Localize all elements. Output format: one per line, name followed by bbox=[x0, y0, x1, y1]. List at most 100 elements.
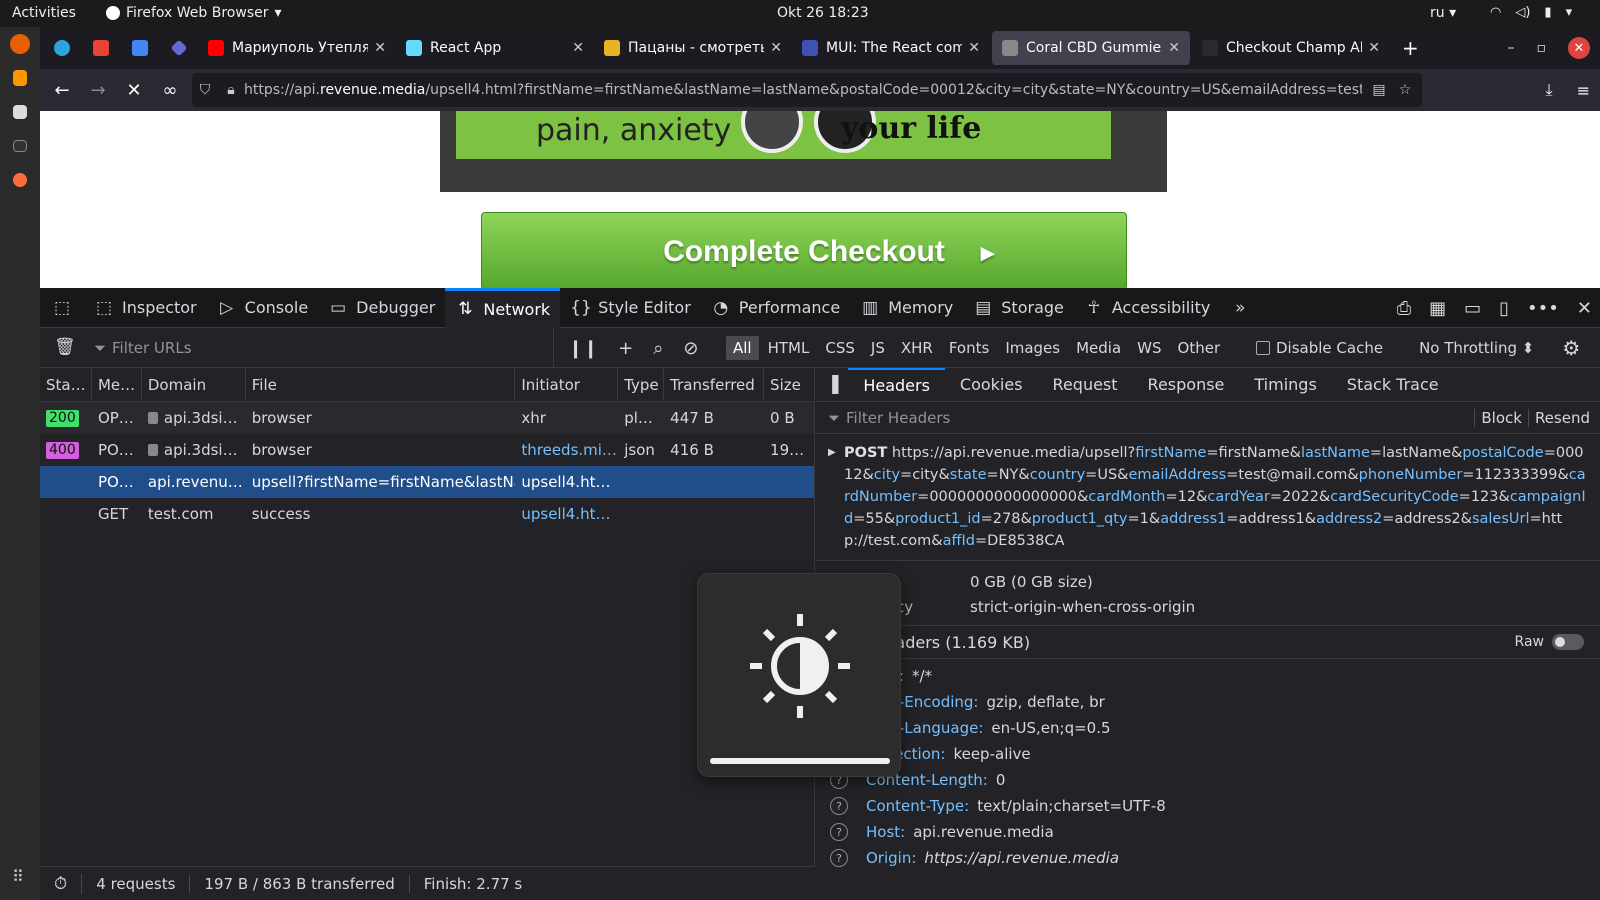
app-menu[interactable]: Firefox Web Browser ▾ bbox=[106, 5, 282, 21]
header-row[interactable]: ? Origin: https://api.revenue.media bbox=[816, 845, 1600, 871]
more-tools-button[interactable]: » bbox=[1220, 288, 1260, 328]
reader-view-icon[interactable]: ▤ bbox=[1366, 82, 1392, 98]
back-button[interactable]: ← bbox=[44, 74, 80, 106]
trash-icon[interactable]: 🗑︎ bbox=[54, 337, 76, 357]
column-header[interactable]: Domain bbox=[142, 368, 246, 401]
app-grid-icon[interactable]: ⠿ bbox=[12, 867, 24, 886]
table-row[interactable]: PO… api.revenu… upsell?firstName=firstName… bbox=[40, 466, 814, 498]
request-url-summary[interactable]: ▶ POST https://api.revenue.media/upsell?… bbox=[816, 434, 1600, 561]
devtools-tab-storage[interactable]: ▤ Storage bbox=[963, 288, 1074, 328]
dock-firefox[interactable] bbox=[0, 27, 40, 61]
minimize-button[interactable]: – bbox=[1508, 40, 1515, 56]
type-filter-css[interactable]: CSS bbox=[818, 336, 862, 360]
devtools-tab-memory[interactable]: ▥ Memory bbox=[850, 288, 963, 328]
lock-icon[interactable]: 🔒︎ bbox=[218, 82, 244, 98]
url-bar[interactable]: ⛉ 🔒︎ https://api.revenue.media/upsell4.h… bbox=[192, 73, 1422, 107]
table-row[interactable]: GET test.com success upsell4.ht… bbox=[40, 498, 814, 530]
dock-sublime[interactable] bbox=[0, 61, 40, 95]
maximize-button[interactable]: ▫ bbox=[1537, 40, 1547, 56]
performance-icon[interactable]: ⏱ bbox=[40, 873, 83, 894]
block-button[interactable]: Block bbox=[1474, 409, 1528, 427]
close-tab-icon[interactable]: ✕ bbox=[1368, 40, 1380, 56]
search-icon[interactable]: ⌕ bbox=[653, 338, 663, 359]
rulers-icon[interactable]: ▦ bbox=[1429, 298, 1446, 319]
keyboard-layout[interactable]: ru ▾ bbox=[1430, 5, 1456, 21]
close-tab-icon[interactable]: ✕ bbox=[968, 40, 980, 56]
devtools-tab-style-editor[interactable]: {} Style Editor bbox=[560, 288, 701, 328]
add-icon[interactable]: + bbox=[618, 338, 633, 359]
details-tab-request[interactable]: Request bbox=[1038, 368, 1133, 402]
block-icon[interactable]: ⊘ bbox=[683, 338, 698, 359]
type-filter-other[interactable]: Other bbox=[1171, 336, 1228, 360]
more-options-icon[interactable]: ••• bbox=[1527, 298, 1559, 319]
activities-button[interactable]: Activities bbox=[12, 5, 76, 21]
dock-postman[interactable] bbox=[0, 163, 40, 197]
tracking-shield-icon[interactable]: ⛉ bbox=[192, 82, 218, 98]
type-filter-fonts[interactable]: Fonts bbox=[942, 336, 996, 360]
pinned-tab-gmail[interactable] bbox=[81, 27, 120, 69]
header-row[interactable]: ?cept-Encoding:gzip, deflate, br bbox=[816, 689, 1600, 715]
header-row[interactable]: ? Content-Type: text/plain;charset=UTF-8 bbox=[816, 793, 1600, 819]
devtools-tab-performance[interactable]: ◔ Performance bbox=[701, 288, 850, 328]
column-header[interactable]: Type bbox=[618, 368, 665, 401]
forward-button[interactable]: → bbox=[80, 74, 116, 106]
help-icon[interactable]: ? bbox=[830, 823, 848, 841]
initiator-link[interactable]: upsell4.ht… bbox=[521, 473, 610, 491]
request-headers-section[interactable]: est Headers (1.169 KB) Raw bbox=[816, 625, 1600, 659]
close-tab-icon[interactable]: ✕ bbox=[374, 40, 386, 56]
header-row[interactable]: ?cept-Language:en-US,en;q=0.5 bbox=[816, 715, 1600, 741]
header-row[interactable]: ?cept:*/* bbox=[816, 663, 1600, 689]
table-row[interactable]: 200 OP… api.3dsi… browser xhr pl… 447 B 0 B bbox=[40, 402, 814, 434]
private-mask-icon[interactable]: ∞ bbox=[152, 74, 188, 106]
close-tab-icon[interactable]: ✕ bbox=[1168, 40, 1180, 56]
column-header[interactable]: File bbox=[246, 368, 516, 401]
menu-icon[interactable]: ≡ bbox=[1577, 81, 1590, 100]
filter-headers-input[interactable]: ⏷ Filter Headers Block Resend bbox=[816, 402, 1600, 434]
close-devtools-icon[interactable]: ✕ bbox=[1577, 298, 1592, 319]
header-row[interactable]: ? Host: api.revenue.media bbox=[816, 819, 1600, 845]
pinned-tab-telegram[interactable] bbox=[42, 27, 81, 69]
system-tray[interactable]: ◠ ◁) ▮ ▾ bbox=[1490, 5, 1572, 20]
pinned-tab-linear[interactable] bbox=[159, 27, 198, 69]
filter-urls-input[interactable]: ⏷ Filter URLs bbox=[94, 328, 554, 368]
settings-gear-icon[interactable]: ⚙ bbox=[1562, 336, 1580, 360]
browser-tab[interactable]: React App ✕ bbox=[396, 27, 594, 69]
clock[interactable]: Okt 26 18:23 bbox=[777, 5, 869, 21]
details-tab-headers[interactable]: Headers bbox=[848, 368, 945, 402]
column-header[interactable]: Size bbox=[764, 368, 814, 401]
throttling-select[interactable]: No Throttling ⬍ bbox=[1419, 339, 1534, 357]
close-window-button[interactable]: ✕ bbox=[1568, 37, 1590, 59]
dock-files[interactable] bbox=[0, 95, 40, 129]
element-picker-button[interactable]: ⬚ bbox=[40, 288, 84, 328]
bookmark-star-icon[interactable]: ☆ bbox=[1392, 82, 1418, 98]
browser-tab[interactable]: Пацаны - смотреть о ✕ bbox=[594, 27, 792, 69]
complete-checkout-button[interactable]: Complete Checkout ▸ bbox=[481, 212, 1127, 288]
url-text[interactable]: https://api.revenue.media/upsell4.html?f… bbox=[244, 82, 1362, 98]
disable-cache-checkbox[interactable]: Disable Cache bbox=[1256, 339, 1383, 357]
devtools-tab-accessibility[interactable]: ☥ Accessibility bbox=[1074, 288, 1220, 328]
help-icon[interactable]: ? bbox=[830, 849, 848, 867]
header-row[interactable]: ?onnection:keep-alive bbox=[816, 741, 1600, 767]
column-header[interactable]: Sta… bbox=[40, 368, 92, 401]
new-tab-button[interactable]: + bbox=[1402, 36, 1419, 60]
toggle-sidebar-icon[interactable]: ▐ bbox=[816, 375, 848, 394]
table-row[interactable]: 400 PO… api.3dsi… browser threeds.mi… json 416… bbox=[40, 434, 814, 466]
column-header[interactable]: Transferred bbox=[664, 368, 765, 401]
devtools-tab-network[interactable]: ⇅ Network bbox=[445, 287, 561, 328]
type-filter-ws[interactable]: WS bbox=[1130, 336, 1168, 360]
browser-tab[interactable]: MUI: The React comp ✕ bbox=[792, 27, 990, 69]
measure-icon[interactable]: ▭ bbox=[1464, 298, 1481, 319]
devtools-tab-inspector[interactable]: ⬚ Inspector bbox=[84, 288, 207, 328]
details-tab-cookies[interactable]: Cookies bbox=[945, 368, 1038, 402]
type-filter-xhr[interactable]: XHR bbox=[894, 336, 940, 360]
pinned-tab-translate[interactable] bbox=[120, 27, 159, 69]
initiator-link[interactable]: threeds.mi… bbox=[521, 441, 617, 459]
column-header[interactable]: Me… bbox=[92, 368, 142, 401]
initiator-link[interactable]: upsell4.ht… bbox=[521, 505, 610, 523]
stop-button[interactable]: ✕ bbox=[116, 74, 152, 106]
downloads-icon[interactable]: ⤓ bbox=[1546, 80, 1553, 100]
type-filter-all[interactable]: All bbox=[726, 336, 759, 360]
details-tab-stack-trace[interactable]: Stack Trace bbox=[1332, 368, 1454, 402]
devtools-tab-console[interactable]: ▷ Console bbox=[207, 288, 319, 328]
browser-tab[interactable]: Мариуполь Утепляю ✕ bbox=[198, 27, 396, 69]
